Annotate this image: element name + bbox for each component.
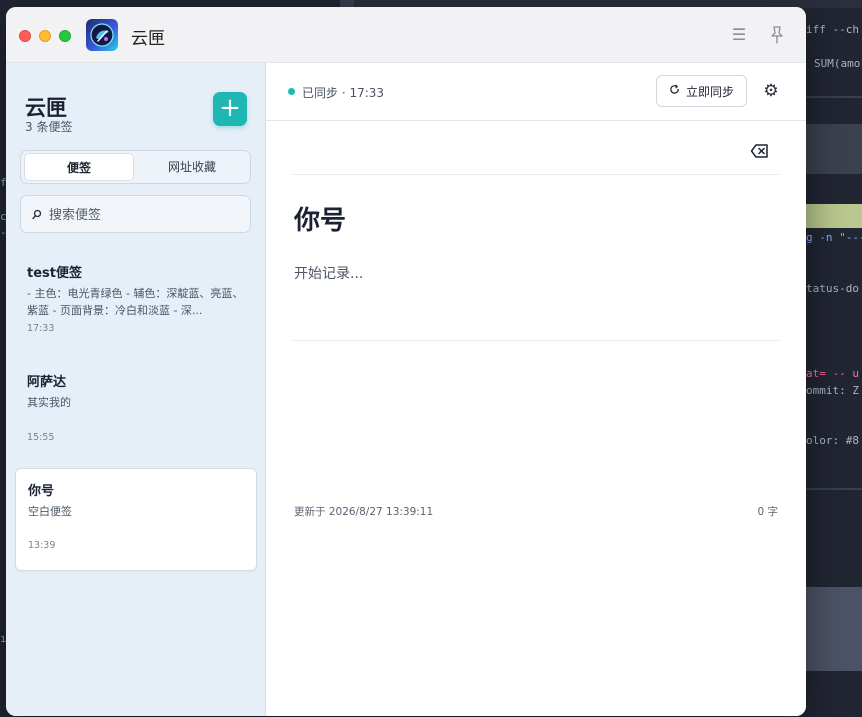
background-code-line: g -n "--- [806,231,862,244]
note-preview: 空白便签 [28,505,72,518]
background-band [806,488,862,490]
menu-icon[interactable]: ☰ [730,26,748,44]
note-list-item[interactable]: 阿萨达 其实我的 15:55 [15,360,257,454]
background-band [806,124,862,174]
refresh-icon [669,84,680,98]
word-count: 0 字 [757,506,778,518]
sync-now-label: 立即同步 [685,84,734,99]
note-list-item[interactable]: test便签 - 主色：电光青绿色 - 辅色：深靛蓝、亮蓝、紫蓝 - 页面背景：… [15,251,257,345]
sidebar: 云匣 3 条便签 + 便签 网址收藏 test便签 - 主色：电光青绿色 - 辅… [6,63,266,716]
search-icon [31,207,43,221]
backspace-delete-icon[interactable] [750,141,770,161]
background-code-line: at= -- u [806,367,859,380]
background-code-line: olor: #8 [806,434,859,447]
app-logo-icon [86,19,118,51]
updated-timestamp: 更新于 2026/8/27 13:39:11 [294,506,434,518]
tab-bookmarks[interactable]: 网址收藏 [137,153,247,181]
search-box [20,195,251,233]
note-list-item-selected[interactable]: 你号 空白便签 13:39 [15,468,257,571]
note-title-field[interactable]: 你号 [294,200,346,237]
minimize-window-button[interactable] [39,30,51,42]
background-code-line: iff --ch [806,23,859,36]
note-title: test便签 [27,266,82,281]
sync-status: 已同步 · 17:33 [302,86,385,100]
sidebar-tab-switcher: 便签 网址收藏 [20,150,251,184]
maximize-window-button[interactable] [59,30,71,42]
note-time: 13:39 [28,540,56,551]
background-code-line: ommit: Z [806,384,859,397]
add-note-button[interactable]: + [213,92,247,126]
note-time: 15:55 [27,432,55,443]
sync-status-dot [288,88,295,95]
background-band [806,96,862,98]
note-title: 阿萨达 [27,375,67,390]
close-window-button[interactable] [19,30,31,42]
background-code-line: SUM(amo [814,57,861,70]
note-preview: - 主色：电光青绿色 - 辅色：深靛蓝、亮蓝、紫蓝 - 页面背景：冷白和淡蓝 -… [27,287,244,317]
background-code-line: tatus-do [806,282,859,295]
note-body-field[interactable]: 开始记录... [294,263,363,283]
note-title: 你号 [28,484,55,499]
title-bar[interactable]: 云匣 ☰ [6,7,806,63]
gear-icon[interactable]: ⚙ [762,80,780,102]
app-title: 云匣 [131,29,165,49]
editor-header: 已同步 · 17:33 立即同步 ⚙ [266,63,806,121]
app-window: 云匣 ☰ 云匣 3 条便签 + 便签 网址收藏 搜索便签 test便签 - 主色… [6,7,806,716]
note-count: 3 条便签 [25,120,73,134]
background-band [806,587,862,671]
note-time: 17:33 [27,323,55,334]
sync-now-button[interactable]: 立即同步 [656,75,747,107]
background-highlight [806,204,862,228]
editor-pane: 已同步 · 17:33 立即同步 ⚙ 你号 开始记录... 更新于 2026/8… [266,63,806,716]
toolbar-divider [293,174,779,175]
note-preview: 其实我的 [27,396,71,409]
search-input[interactable] [49,205,239,225]
pin-icon[interactable] [768,25,786,45]
tab-notes[interactable]: 便签 [24,153,134,181]
body-divider [293,340,779,341]
